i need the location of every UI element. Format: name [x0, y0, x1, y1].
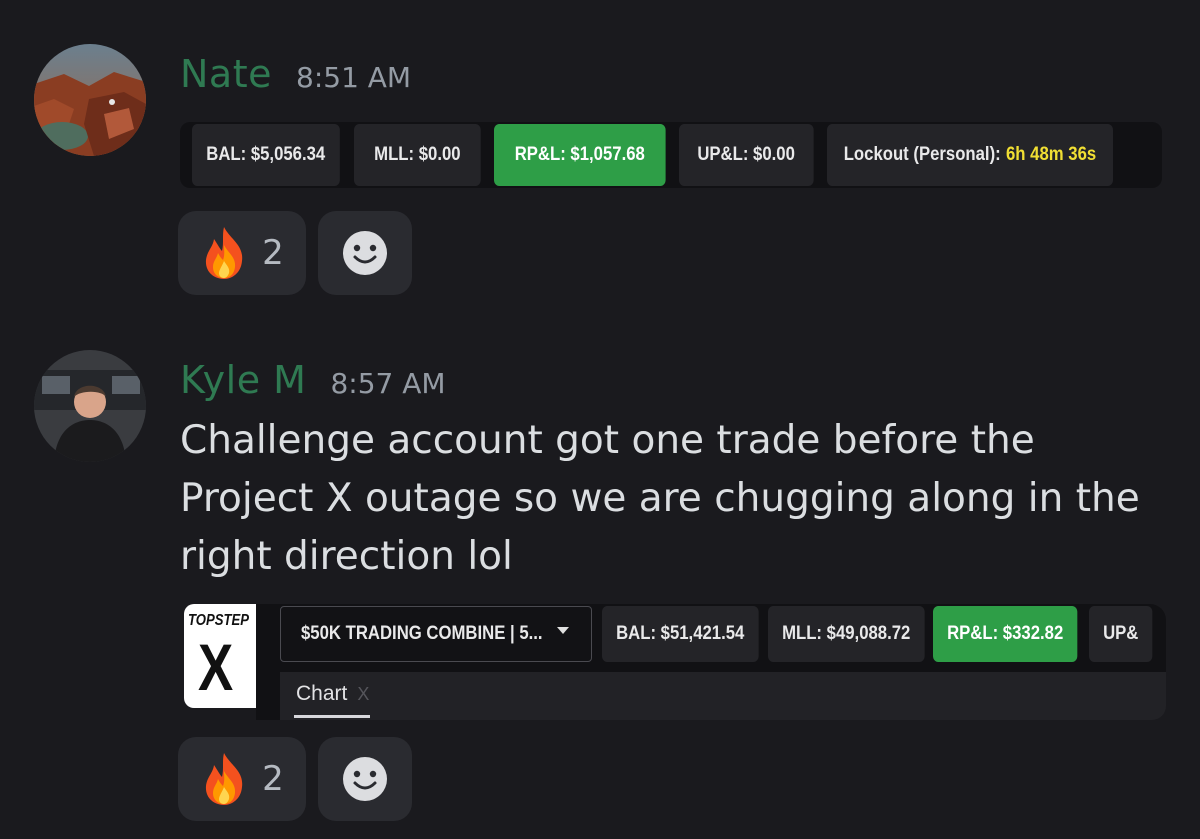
tab-active-underline: [294, 715, 370, 718]
reactions: 2: [178, 211, 412, 295]
tab-close-icon[interactable]: X: [357, 684, 369, 704]
realized-pnl-pill: RP&L: $1,057.68: [493, 124, 666, 186]
avatar[interactable]: [34, 350, 146, 462]
message-text: Challenge account got one trade before t…: [180, 418, 1140, 579]
username[interactable]: Nate: [180, 52, 272, 96]
logo-top-text: TOPSTEP: [188, 612, 250, 629]
account-select-value: $50K TRADING COMBINE | 5...: [301, 623, 543, 644]
person-avatar-image: [34, 350, 146, 462]
reaction-count: 2: [262, 233, 284, 273]
fire-emoji-icon: [206, 753, 243, 805]
lockout-pill: Lockout (Personal): 6h 48m 36s: [827, 124, 1114, 186]
avatar[interactable]: [34, 44, 146, 156]
timestamp: 8:51 AM: [296, 61, 412, 94]
realized-pnl-pill: RP&L: $332.82: [932, 606, 1077, 662]
canyon-avatar-image: [34, 44, 146, 156]
topstep-logo: TOPSTEP X: [184, 604, 256, 708]
tab-chart-label: Chart: [296, 682, 348, 705]
max-loss-limit-pill: MLL: $49,088.72: [767, 606, 925, 662]
username[interactable]: Kyle M: [180, 358, 306, 402]
trading-stats-bar: BAL: $5,056.34 MLL: $0.00 RP&L: $1,057.6…: [180, 122, 1162, 188]
add-reaction-icon: [343, 757, 387, 801]
account-select-dropdown[interactable]: $50K TRADING COMBINE | 5...: [280, 606, 592, 662]
add-reaction-button[interactable]: [318, 211, 412, 295]
reaction-count: 2: [262, 759, 284, 799]
balance-pill: BAL: $51,421.54: [602, 606, 759, 662]
unrealized-pnl-pill: UP&L: $0.00: [678, 124, 813, 186]
lockout-timer: 6h 48m 36s: [1006, 144, 1097, 165]
reaction-fire[interactable]: 2: [178, 737, 306, 821]
chart-tab-strip: [280, 672, 1166, 720]
account-stats-bar: BAL: $51,421.54 MLL: $49,088.72 RP&L: $3…: [602, 606, 1166, 662]
reactions: 2: [178, 737, 412, 821]
unrealized-pnl-pill: UP&: [1088, 606, 1152, 662]
add-reaction-icon: [343, 231, 387, 275]
timestamp: 8:57 AM: [330, 367, 446, 400]
balance-pill: BAL: $5,056.34: [192, 124, 340, 186]
max-loss-limit-pill: MLL: $0.00: [353, 124, 481, 186]
tab-chart[interactable]: Chart X: [296, 682, 369, 706]
fire-emoji-icon: [206, 227, 243, 279]
lockout-label: Lockout (Personal):: [843, 144, 1001, 165]
add-reaction-button[interactable]: [318, 737, 412, 821]
logo-x-mark: X: [198, 630, 234, 704]
reaction-fire[interactable]: 2: [178, 211, 306, 295]
chevron-down-icon: [557, 627, 569, 634]
